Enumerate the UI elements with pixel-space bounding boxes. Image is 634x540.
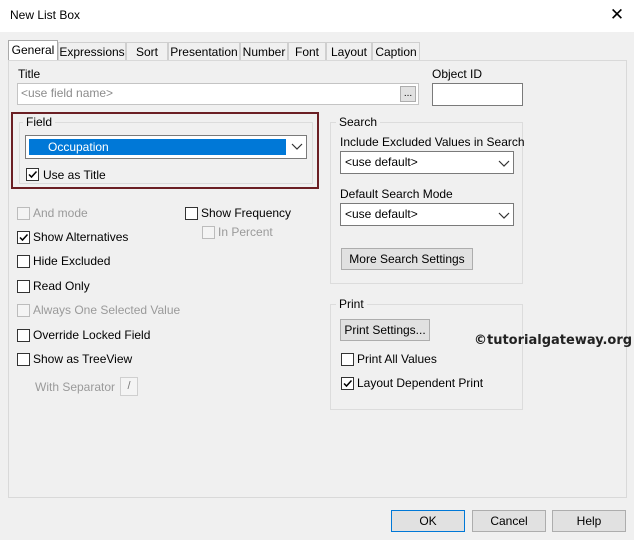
read-only-checkbox[interactable] <box>17 280 30 293</box>
show-frequency-label: Show Frequency <box>201 206 292 220</box>
title-browse-button[interactable]: ... <box>400 86 416 102</box>
title-input[interactable]: <use field name> <box>17 83 419 105</box>
object-id-input[interactable] <box>432 83 523 106</box>
in-percent-label: In Percent <box>218 225 273 239</box>
ok-button[interactable]: OK <box>391 510 465 532</box>
override-locked-checkbox[interactable] <box>17 329 30 342</box>
override-locked-label: Override Locked Field <box>33 328 151 342</box>
print-group-label: Print <box>336 297 367 311</box>
tab-sort[interactable]: Sort <box>126 42 168 60</box>
layout-dependent-print-label: Layout Dependent Print <box>357 376 484 390</box>
field-dropdown[interactable]: Occupation <box>25 135 307 159</box>
title-placeholder: <use field name> <box>21 86 114 100</box>
chevron-down-icon <box>498 160 510 167</box>
in-percent-checkbox <box>202 226 215 239</box>
include-excluded-value: <use default> <box>345 155 418 169</box>
checkmark-icon <box>19 233 29 242</box>
tab-font[interactable]: Font <box>288 42 326 60</box>
tab-caption[interactable]: Caption <box>372 42 420 60</box>
separator-input: / <box>120 377 138 396</box>
field-selected-value: Occupation <box>48 140 109 154</box>
close-icon[interactable]: ✕ <box>606 4 628 26</box>
watermark-text: ©tutorialgateway.org <box>474 333 633 348</box>
hide-excluded-label: Hide Excluded <box>33 254 111 268</box>
and-mode-checkbox <box>17 207 30 220</box>
show-frequency-checkbox[interactable] <box>185 207 198 220</box>
more-search-settings-button[interactable]: More Search Settings <box>341 248 473 270</box>
include-excluded-dropdown[interactable]: <use default> <box>340 151 514 174</box>
tab-expressions[interactable]: Expressions <box>58 42 126 60</box>
always-one-selected-label: Always One Selected Value <box>33 303 181 317</box>
print-all-values-label: Print All Values <box>357 352 437 366</box>
search-group-label: Search <box>336 115 381 129</box>
checkmark-icon <box>28 170 38 179</box>
checkmark-icon <box>343 379 353 388</box>
read-only-label: Read Only <box>33 279 90 293</box>
object-id-label: Object ID <box>432 67 483 81</box>
window-title: New List Box <box>10 8 81 22</box>
tab-layout[interactable]: Layout <box>326 42 372 60</box>
tab-presentation[interactable]: Presentation <box>168 42 240 60</box>
default-search-mode-label: Default Search Mode <box>340 187 453 201</box>
title-bar <box>0 0 634 32</box>
print-settings-button[interactable]: Print Settings... <box>340 319 430 341</box>
show-alternatives-label: Show Alternatives <box>33 230 129 244</box>
cancel-button[interactable]: Cancel <box>472 510 546 532</box>
show-as-treeview-checkbox[interactable] <box>17 353 30 366</box>
and-mode-label: And mode <box>33 206 88 220</box>
tab-strip: General Expressions Sort Presentation Nu… <box>8 40 627 62</box>
always-one-selected-checkbox <box>17 304 30 317</box>
with-separator-label: With Separator <box>35 380 116 394</box>
print-all-values-checkbox[interactable] <box>341 353 354 366</box>
default-search-mode-value: <use default> <box>345 207 418 221</box>
help-button[interactable]: Help <box>552 510 626 532</box>
tab-general[interactable]: General <box>8 40 58 62</box>
tab-number[interactable]: Number <box>240 42 288 60</box>
show-as-treeview-label: Show as TreeView <box>33 352 133 366</box>
layout-dependent-print-checkbox[interactable] <box>341 377 354 390</box>
use-as-title-label: Use as Title <box>43 168 106 182</box>
chevron-down-icon <box>498 212 510 219</box>
use-as-title-checkbox[interactable] <box>26 168 39 181</box>
hide-excluded-checkbox[interactable] <box>17 255 30 268</box>
field-group-label: Field <box>23 115 56 129</box>
show-alternatives-checkbox[interactable] <box>17 231 30 244</box>
include-excluded-label: Include Excluded Values in Search <box>340 135 525 149</box>
chevron-down-icon <box>291 143 303 150</box>
title-label: Title <box>18 67 41 81</box>
default-search-mode-dropdown[interactable]: <use default> <box>340 203 514 226</box>
